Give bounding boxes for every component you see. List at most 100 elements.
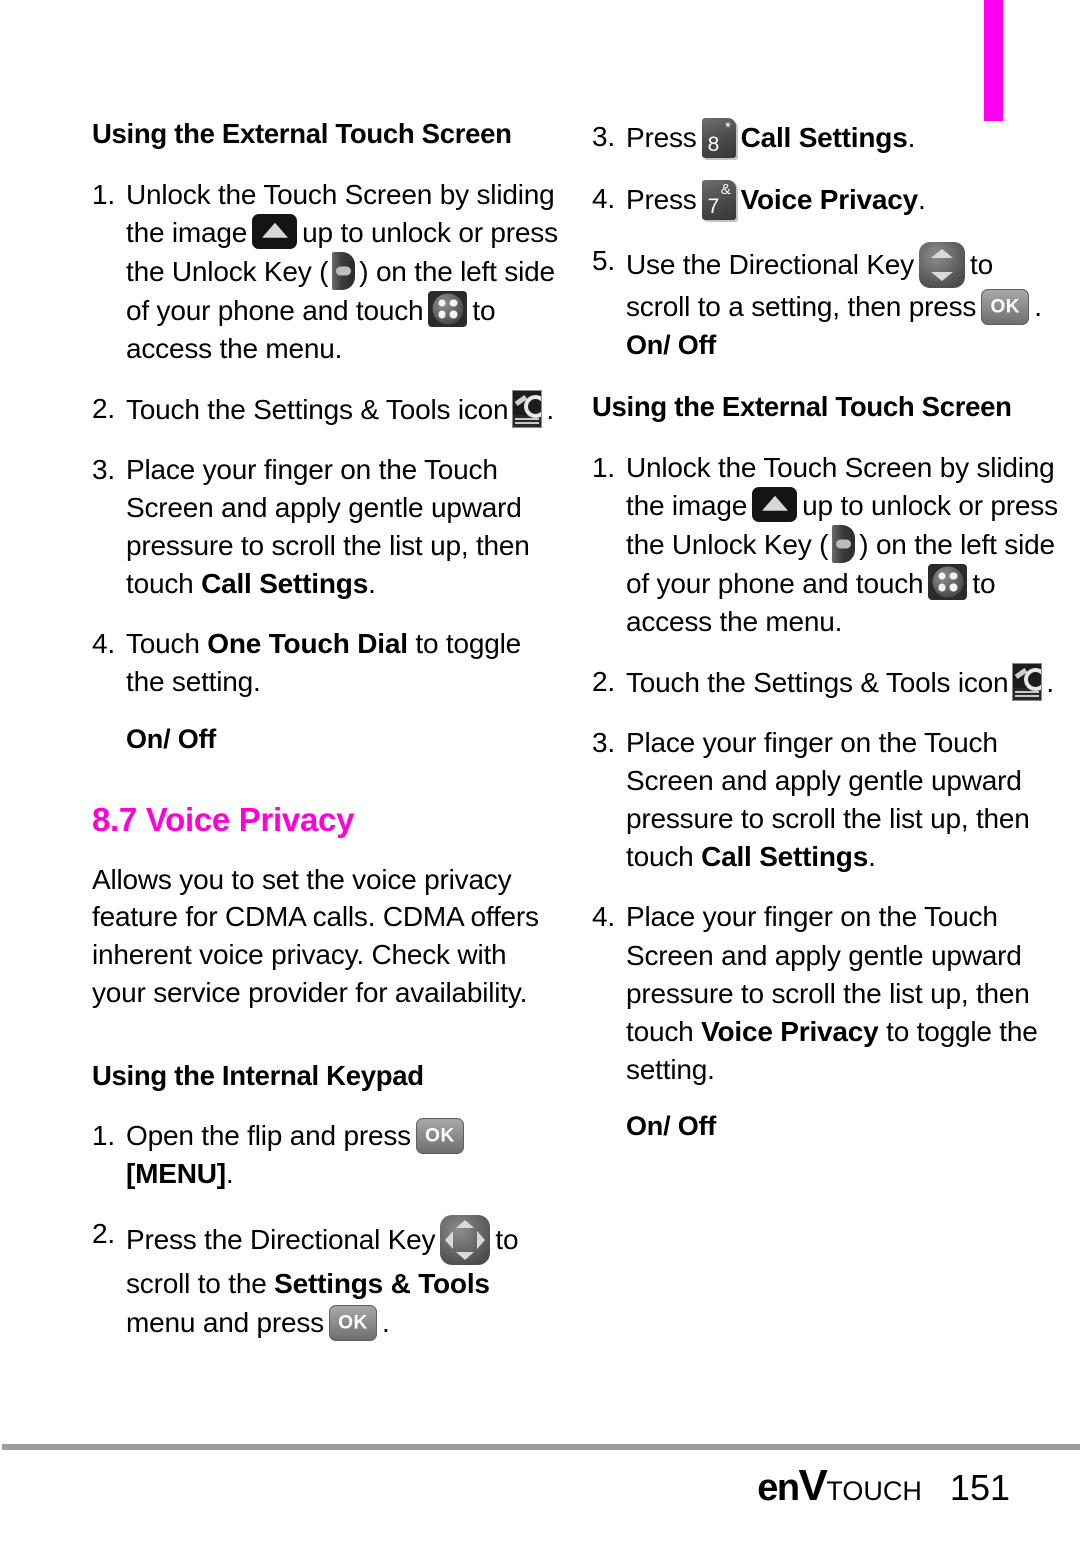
page-number: 151 <box>949 1467 1010 1508</box>
page-columns: Using the External Touch Screen 1. Unloc… <box>0 118 1080 1364</box>
numkey-symbol: & <box>720 181 731 198</box>
step-number: 2. <box>92 1218 115 1250</box>
slide-up-icon <box>252 213 298 249</box>
brand-prefix: en <box>757 1467 800 1509</box>
step-item: 4. Press 7 & Voice Privacy. <box>592 180 1062 220</box>
unlock-key-icon <box>832 524 856 563</box>
ok-key-icon: OK <box>981 289 1030 325</box>
step-text-part: . <box>368 568 376 600</box>
brand-suffix: TOUCH <box>826 1476 922 1506</box>
step-text-bold: One Touch Dial <box>207 628 408 660</box>
step-text-part: Press <box>626 122 697 153</box>
step-number: 3. <box>592 727 615 759</box>
slide-up-icon <box>752 486 798 522</box>
directional-key-4way-icon <box>440 1215 491 1266</box>
left-column: Using the External Touch Screen 1. Unloc… <box>92 118 562 1364</box>
step-text-part: . <box>868 841 876 873</box>
step-text: Press the Directional Key to scroll to th… <box>126 1215 562 1341</box>
page-footer: enVTOUCH 151 <box>0 1464 1010 1508</box>
step-text: Unlock the Touch Screen by sliding the i… <box>626 449 1062 641</box>
step-text-bold: Voice Privacy <box>740 184 919 215</box>
step-text: Place your finger on the Touch Screen an… <box>626 724 1062 876</box>
step-text-bold: Voice Privacy <box>701 1015 879 1047</box>
ok-key-icon: OK <box>415 1118 464 1155</box>
step-number: 2. <box>592 666 615 698</box>
step-text-part: Press <box>626 184 697 215</box>
section-description: Allows you to set the voice privacy feat… <box>92 863 539 1008</box>
step-text-bold: Call Settings <box>701 841 869 873</box>
onoff-values: On/ Off <box>626 330 717 361</box>
unlock-key-icon <box>332 251 356 290</box>
heading-using-external-touch-screen: Using the External Touch Screen <box>592 391 1012 423</box>
step-number: 1. <box>92 178 115 210</box>
step-text-part: . <box>907 122 916 153</box>
step-item: 1. Unlock the Touch Screen by sliding th… <box>92 176 562 368</box>
step-item: 2. Touch the Settings & Tools icon. <box>92 390 562 429</box>
step-text-part: . <box>1046 667 1055 699</box>
step-text-part: . <box>546 394 555 426</box>
menu-dots-icon <box>928 563 968 600</box>
step-text: Touch One Touch Dial to toggle the setti… <box>126 625 562 701</box>
step-number: 3. <box>592 121 615 152</box>
step-item: 1. Unlock the Touch Screen by sliding th… <box>592 449 1062 641</box>
step-item: 3. Place your finger on the Touch Screen… <box>592 724 1062 876</box>
step-text-part: menu and press <box>126 1306 324 1338</box>
numkey-digit: 7 <box>707 195 720 218</box>
step-text: Touch the Settings & Tools icon. <box>126 390 562 429</box>
numkey-symbol: * <box>724 119 731 136</box>
brand-logo: enVTOUCH <box>757 1464 922 1508</box>
step-text: Open the flip and press OK [MENU]. <box>126 1117 562 1193</box>
step-number: 2. <box>92 393 115 425</box>
step-text-part: . <box>225 1158 234 1190</box>
settings-tools-icon <box>512 390 543 429</box>
step-number: 5. <box>592 245 615 276</box>
step-text-bold: [MENU] <box>126 1158 226 1190</box>
heading-using-external-touch-screen: Using the External Touch Screen <box>92 118 512 149</box>
step-text-bold: Call Settings <box>201 568 369 600</box>
step-item: 3. Place your finger on the Touch Screen… <box>92 451 562 603</box>
step-text: Use the Directional Key to scroll to a se… <box>626 242 1062 326</box>
step-text: Press 7 & Voice Privacy. <box>626 180 1062 220</box>
page-edge-tab <box>984 0 1003 121</box>
heading-using-internal-keypad: Using the Internal Keypad <box>92 1059 424 1091</box>
step-text: Touch the Settings & Tools icon. <box>626 663 1062 702</box>
right-column: 3. Press 8 * Call Settings. 4. Press 7 & Voice… <box>592 118 1062 1364</box>
step-text: Press 8 * Call Settings. <box>626 118 1062 158</box>
directional-key-updown-icon <box>918 242 965 288</box>
step-number: 4. <box>592 183 615 214</box>
menu-dots-icon <box>428 290 468 327</box>
step-text-part: Touch <box>126 628 208 660</box>
step-text-part: Press the Directional Key <box>126 1224 436 1256</box>
step-number: 4. <box>92 628 115 660</box>
step-item: 2. Press the Directional Key to scroll to… <box>92 1215 562 1341</box>
step-item: 2. Touch the Settings & Tools icon. <box>592 663 1062 702</box>
step-text-part: . <box>382 1306 390 1338</box>
step-text: Place your finger on the Touch Screen an… <box>126 451 562 603</box>
ok-key-icon: OK <box>329 1304 377 1341</box>
numkey-7-icon: 7 & <box>701 180 736 220</box>
footer-divider <box>2 1444 1080 1450</box>
numkey-digit: 8 <box>707 133 720 156</box>
step-number: 1. <box>592 451 615 483</box>
step-item: 3. Press 8 * Call Settings. <box>592 118 1062 158</box>
section-title-voice-privacy: 8.7 Voice Privacy <box>92 800 355 838</box>
step-item: 5. Use the Directional Key to scroll to a… <box>592 242 1062 326</box>
step-number: 4. <box>592 901 615 933</box>
step-number: 1. <box>92 1120 115 1152</box>
step-number: 3. <box>92 454 115 486</box>
numkey-8-icon: 8 * <box>701 118 736 158</box>
step-text-part: Use the Directional Key <box>626 249 914 280</box>
step-text: Place your finger on the Touch Screen an… <box>626 898 1062 1088</box>
step-text-part: Touch the Settings & Tools icon <box>626 667 1009 699</box>
step-item: 4. Touch One Touch Dial to toggle the se… <box>92 625 562 701</box>
step-text-bold: Settings & Tools <box>274 1268 490 1300</box>
step-item: 1. Open the flip and press OK [MENU]. <box>92 1117 562 1193</box>
onoff-values: On/ Off <box>626 1110 717 1141</box>
step-text-part: Touch the Settings & Tools icon <box>126 394 509 426</box>
step-text-bold: Call Settings <box>740 122 908 153</box>
step-text-part: . <box>918 184 926 215</box>
step-text-part: . <box>1034 291 1042 322</box>
brand-v: V <box>798 1461 828 1510</box>
onoff-values: On/ Off <box>126 723 217 754</box>
step-text: Unlock the Touch Screen by sliding the i… <box>126 176 562 368</box>
